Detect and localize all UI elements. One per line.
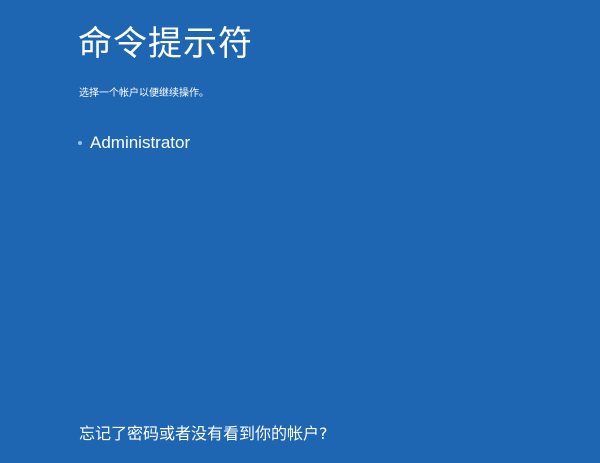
dot-icon bbox=[78, 141, 82, 145]
page-title: 命令提示符 bbox=[78, 24, 253, 64]
account-item-administrator[interactable]: Administrator bbox=[78, 130, 190, 156]
page-subtitle: 选择一个帐户以便继续操作。 bbox=[79, 88, 209, 99]
forgot-password-link[interactable]: 忘记了密码或者没有看到你的帐户? bbox=[79, 422, 328, 446]
account-list: Administrator bbox=[78, 130, 190, 156]
account-label: Administrator bbox=[90, 133, 191, 152]
